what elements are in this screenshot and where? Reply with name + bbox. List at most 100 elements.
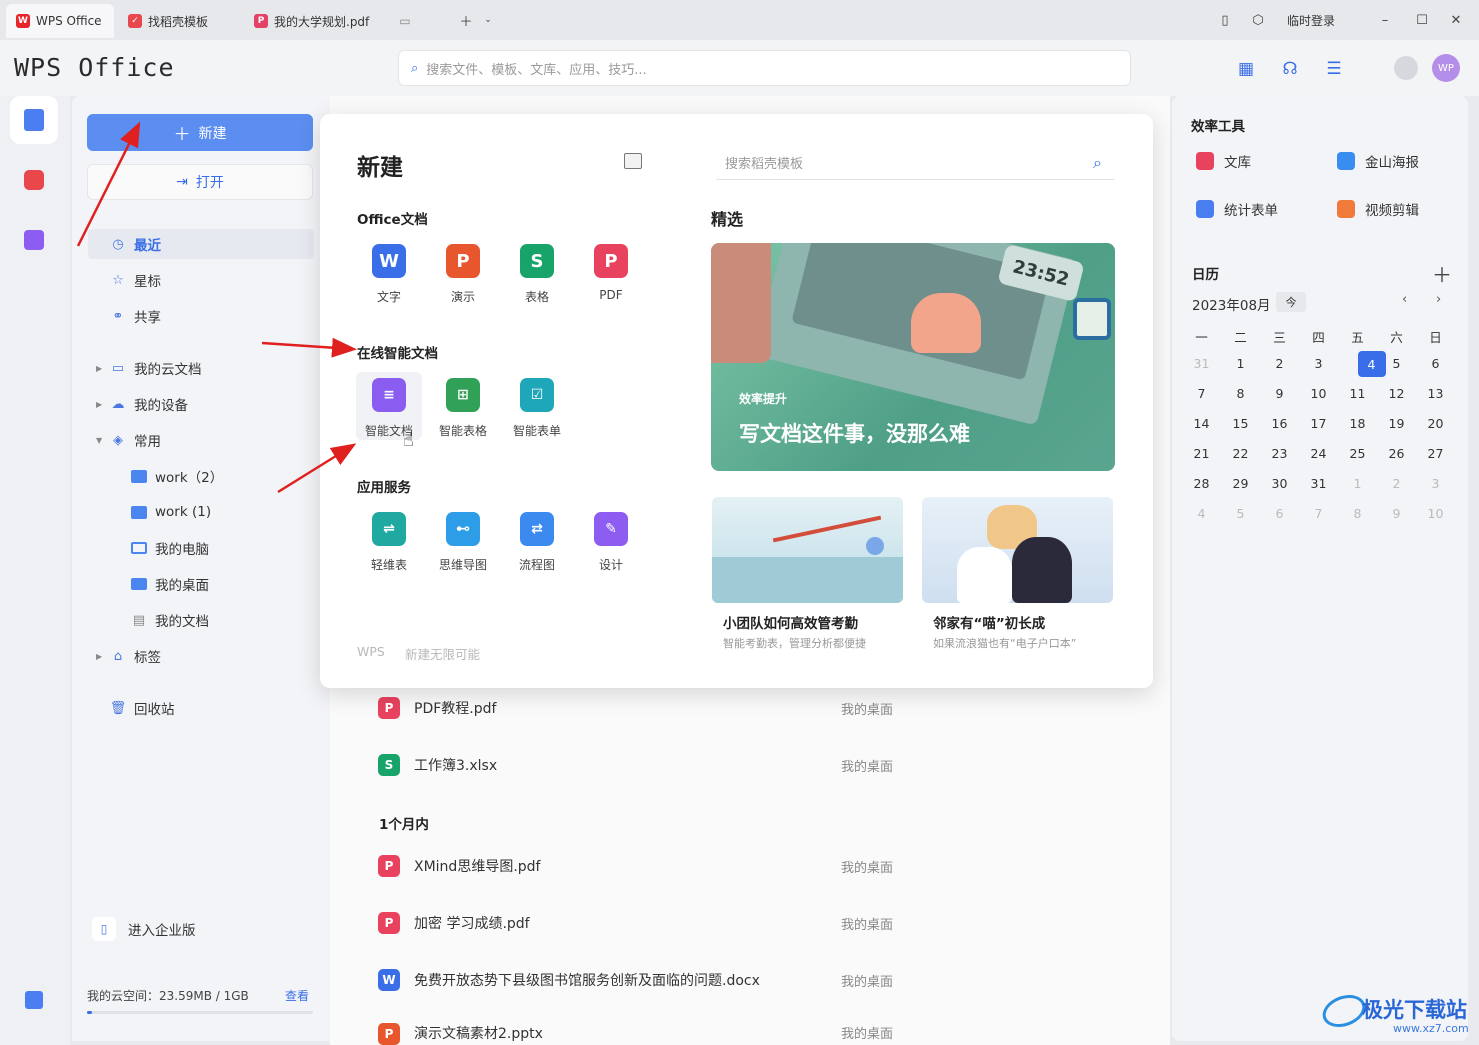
calendar-day[interactable]: 9 xyxy=(1260,386,1299,401)
smart-form-icon[interactable]: ☑ xyxy=(520,378,554,412)
prev-month-icon[interactable]: ‹ xyxy=(1402,292,1407,307)
calendar-day[interactable]: 23 xyxy=(1260,446,1299,461)
close-icon[interactable]: ✕ xyxy=(1446,10,1466,30)
calendar-day[interactable]: 7 xyxy=(1299,506,1338,521)
calendar-day[interactable]: 5 xyxy=(1377,356,1416,371)
calendar-day[interactable]: 3 xyxy=(1299,356,1338,371)
design-icon[interactable]: ✎ xyxy=(594,512,628,546)
calendar-day[interactable]: 16 xyxy=(1260,416,1299,431)
sidebar-item-desktop[interactable]: 我的桌面 xyxy=(131,569,209,599)
calendar-day[interactable]: 20 xyxy=(1416,416,1455,431)
calendar-day[interactable]: 8 xyxy=(1221,386,1260,401)
file-row[interactable]: P 加密 学习成绩.pdf 我的桌面 xyxy=(378,903,1138,943)
calendar-day[interactable]: 28 xyxy=(1182,476,1221,491)
calendar-day[interactable]: 17 xyxy=(1299,416,1338,431)
smart-sheet-icon[interactable]: ⊞ xyxy=(446,378,480,412)
tool-library[interactable]: 文库 xyxy=(1196,151,1251,171)
featured-card-attendance[interactable] xyxy=(712,497,903,603)
calendar-day[interactable]: 18 xyxy=(1338,416,1377,431)
add-event-icon[interactable]: ＋ xyxy=(1432,259,1452,288)
calendar-day[interactable]: 6 xyxy=(1416,356,1455,371)
mindmap-icon[interactable]: ⊷ xyxy=(446,512,480,546)
calendar-day[interactable]: 4 xyxy=(1182,506,1221,521)
sidebar-item-work-1[interactable]: work (1) xyxy=(131,497,211,527)
calendar-day[interactable]: 9 xyxy=(1377,506,1416,521)
panel-toggle-icon[interactable] xyxy=(624,153,642,169)
calendar-day[interactable]: 3 xyxy=(1416,476,1455,491)
file-row[interactable]: P XMind思维导图.pdf 我的桌面 xyxy=(378,846,1138,886)
calendar-day[interactable]: 11 xyxy=(1338,386,1377,401)
calendar-day[interactable]: 1 xyxy=(1221,356,1260,371)
spreadsheet-icon[interactable]: S xyxy=(520,244,554,278)
calendar-day[interactable]: 15 xyxy=(1221,416,1260,431)
add-tab-icon[interactable]: ＋ xyxy=(456,10,476,30)
sidebar-item-starred[interactable]: ☆ 星标 xyxy=(110,265,161,295)
today-button[interactable]: 今 xyxy=(1276,292,1306,312)
calendar-day[interactable]: 10 xyxy=(1416,506,1455,521)
tool-video[interactable]: 视频剪辑 xyxy=(1337,199,1419,219)
sidebar-item-my-computer[interactable]: 我的电脑 xyxy=(131,533,209,563)
featured-card-cats[interactable] xyxy=(922,497,1113,603)
calendar-day[interactable]: 7 xyxy=(1182,386,1221,401)
calendar-day[interactable]: 19 xyxy=(1377,416,1416,431)
sidebar-item-trash[interactable]: 🗑 回收站 xyxy=(110,693,175,723)
cube-icon[interactable]: ⬡ xyxy=(1248,10,1268,30)
calendar-day[interactable]: 24 xyxy=(1299,446,1338,461)
sidebar-item-shared[interactable]: ⚭ 共享 xyxy=(110,301,161,331)
calendar-day[interactable]: 29 xyxy=(1221,476,1260,491)
calendar-day[interactable]: 31 xyxy=(1299,476,1338,491)
enterprise-button[interactable]: ▯ 进入企业版 xyxy=(92,913,222,945)
sidebar-item-common[interactable]: ▼ ◈ 常用 xyxy=(96,425,161,455)
calendar-day[interactable]: 10 xyxy=(1299,386,1338,401)
rail-enterprise-button[interactable] xyxy=(10,976,58,1024)
pdf-icon[interactable]: P xyxy=(594,244,628,278)
tab-wps-office[interactable]: W WPS Office xyxy=(6,4,114,38)
calendar-day[interactable]: 22 xyxy=(1221,446,1260,461)
storage-view-link[interactable]: 查看 xyxy=(285,987,309,1004)
file-row[interactable]: W 免费开放态势下县级图书馆服务创新及面临的问题.docx 我的桌面 xyxy=(378,960,1138,1000)
file-row[interactable]: S 工作簿3.xlsx 我的桌面 xyxy=(378,745,1138,785)
smart-doc-icon[interactable]: ≡ xyxy=(372,378,406,412)
calendar-day[interactable]: 1 xyxy=(1338,476,1377,491)
calendar-day[interactable]: 5 xyxy=(1221,506,1260,521)
sidebar-item-my-documents[interactable]: ▤ 我的文档 xyxy=(131,605,209,635)
tool-forms[interactable]: 统计表单 xyxy=(1196,199,1278,219)
calendar-day[interactable]: 21 xyxy=(1182,446,1221,461)
featured-banner[interactable]: 23:52 效率提升 写文档这件事，没那么难 xyxy=(711,243,1115,471)
calendar-day[interactable]: 6 xyxy=(1260,506,1299,521)
calendar-day[interactable]: 27 xyxy=(1416,446,1455,461)
sidebar-item-devices[interactable]: ▶ ☁ 我的设备 xyxy=(96,389,188,419)
flowchart-icon[interactable]: ⇄ xyxy=(520,512,554,546)
open-button[interactable]: ⇥ 打开 xyxy=(87,164,313,200)
calendar-day[interactable]: 30 xyxy=(1260,476,1299,491)
calendar-day[interactable]: 31 xyxy=(1182,356,1221,371)
search-icon[interactable]: ⌕ xyxy=(1093,153,1102,173)
sidebar-item-work-2[interactable]: work（2） xyxy=(131,461,223,491)
rail-docer-button[interactable] xyxy=(10,156,58,204)
calendar-day[interactable]: 14 xyxy=(1182,416,1221,431)
skin-icon[interactable] xyxy=(1394,56,1418,80)
tool-poster[interactable]: 金山海报 xyxy=(1337,151,1419,171)
sidebar-item-cloud-docs[interactable]: ▶ ▭ 我的云文档 xyxy=(96,353,202,383)
maximize-icon[interactable]: ☐ xyxy=(1412,10,1432,30)
chevron-down-icon[interactable]: ⌄ xyxy=(478,10,498,30)
sidebar-item-recent[interactable]: ◷ 最近 xyxy=(88,229,314,259)
sidebar-item-tags[interactable]: ▶ ⌂ 标签 xyxy=(96,641,161,671)
screen-icon[interactable]: ▭ xyxy=(399,14,410,28)
calendar-day[interactable]: 26 xyxy=(1377,446,1416,461)
menu-icon[interactable]: ☰ xyxy=(1323,58,1345,80)
rail-apps-button[interactable] xyxy=(10,216,58,264)
layout-icon[interactable]: ▯ xyxy=(1215,10,1235,30)
tab-pdf-file[interactable]: P 我的大学规划.pdf ▭ xyxy=(244,4,421,38)
minimize-icon[interactable]: – xyxy=(1375,10,1395,30)
login-button[interactable]: 临时登录 xyxy=(1287,12,1335,29)
calendar-day[interactable]: 8 xyxy=(1338,506,1377,521)
word-icon[interactable]: W xyxy=(372,244,406,278)
global-search-input[interactable]: ⌕ 搜索文件、模板、文库、应用、技巧... xyxy=(398,50,1131,86)
calendar-day[interactable]: 12 xyxy=(1377,386,1416,401)
tab-docer[interactable]: ✓ 找稻壳模板 xyxy=(118,4,218,38)
template-search-input[interactable]: 搜索稻壳模板 ⌕ xyxy=(716,146,1114,180)
new-button[interactable]: ＋ 新建 xyxy=(87,114,313,151)
presentation-icon[interactable]: P xyxy=(446,244,480,278)
file-row[interactable]: P PDF教程.pdf 我的桌面 xyxy=(378,688,1138,728)
